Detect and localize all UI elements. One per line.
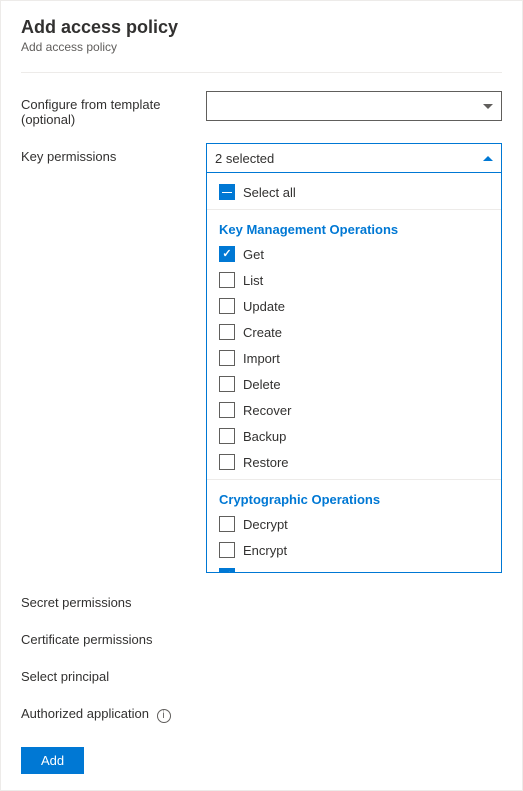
check-icon: ✓	[222, 249, 231, 260]
recover-label: Recover	[243, 403, 291, 418]
template-field	[206, 91, 502, 121]
template-dropdown[interactable]	[206, 91, 502, 121]
list-item[interactable]: Backup	[207, 423, 501, 449]
key-permissions-value: 2 selected	[215, 151, 274, 166]
unwrap-key-label: Unwrap Key	[243, 569, 314, 574]
recover-checkbox[interactable]	[219, 402, 235, 418]
import-checkbox[interactable]	[219, 350, 235, 366]
separator	[207, 209, 501, 210]
key-permissions-dropdown-list: — Select all Key Management Operations ✓…	[206, 173, 502, 573]
select-all-item[interactable]: — Select all	[207, 179, 501, 205]
list-item[interactable]: Restore	[207, 449, 501, 475]
authorized-app-label: Authorized application i	[21, 700, 206, 723]
restore-checkbox[interactable]	[219, 454, 235, 470]
panel-subtitle: Add access policy	[21, 40, 502, 54]
panel-title: Add access policy	[21, 17, 502, 38]
list-checkbox[interactable]	[219, 272, 235, 288]
header-divider	[21, 72, 502, 73]
key-permissions-row: Key permissions 2 selected — Select all …	[21, 143, 502, 573]
create-checkbox[interactable]	[219, 324, 235, 340]
backup-label: Backup	[243, 429, 286, 444]
update-label: Update	[243, 299, 285, 314]
decrypt-checkbox[interactable]	[219, 516, 235, 532]
backup-checkbox[interactable]	[219, 428, 235, 444]
get-checkbox[interactable]: ✓	[219, 246, 235, 262]
template-row: Configure from template (optional)	[21, 91, 502, 127]
unwrap-key-checkbox[interactable]: ✓	[219, 568, 235, 573]
certificate-permissions-label: Certificate permissions	[21, 626, 206, 647]
add-button[interactable]: Add	[21, 747, 84, 774]
create-label: Create	[243, 325, 282, 340]
partial-check-icon: —	[222, 187, 232, 198]
template-label: Configure from template (optional)	[21, 91, 206, 127]
get-label: Get	[243, 247, 264, 262]
secret-permissions-row: Secret permissions	[21, 589, 502, 610]
secret-permissions-label: Secret permissions	[21, 589, 206, 610]
list-item[interactable]: Delete	[207, 371, 501, 397]
cryptographic-section-label: Cryptographic Operations	[207, 484, 501, 511]
list-item[interactable]: Recover	[207, 397, 501, 423]
key-permissions-field: 2 selected — Select all Key Management O…	[206, 143, 502, 573]
key-permissions-dropdown-header[interactable]: 2 selected	[206, 143, 502, 173]
authorized-app-row: Authorized application i	[21, 700, 502, 723]
select-all-checkbox[interactable]: —	[219, 184, 235, 200]
key-permissions-chevron-up-icon	[483, 156, 493, 161]
list-item[interactable]: Decrypt	[207, 511, 501, 537]
restore-label: Restore	[243, 455, 289, 470]
separator2	[207, 479, 501, 480]
list-item[interactable]: ✓ Get	[207, 241, 501, 267]
key-management-section-label: Key Management Operations	[207, 214, 501, 241]
list-item[interactable]: Create	[207, 319, 501, 345]
encrypt-checkbox[interactable]	[219, 542, 235, 558]
encrypt-label: Encrypt	[243, 543, 287, 558]
info-icon[interactable]: i	[157, 709, 171, 723]
delete-label: Delete	[243, 377, 281, 392]
update-checkbox[interactable]	[219, 298, 235, 314]
key-permissions-label: Key permissions	[21, 143, 206, 164]
certificate-permissions-row: Certificate permissions	[21, 626, 502, 647]
template-chevron-down-icon	[483, 104, 493, 109]
select-all-label: Select all	[243, 185, 296, 200]
select-principal-row: Select principal	[21, 663, 502, 684]
import-label: Import	[243, 351, 280, 366]
list-item[interactable]: Update	[207, 293, 501, 319]
list-item[interactable]: ✓ Unwrap Key	[207, 563, 501, 573]
list-label: List	[243, 273, 263, 288]
select-principal-label: Select principal	[21, 663, 206, 684]
add-access-policy-panel: Add access policy Add access policy Conf…	[0, 0, 523, 791]
list-item[interactable]: Encrypt	[207, 537, 501, 563]
decrypt-label: Decrypt	[243, 517, 288, 532]
list-item[interactable]: Import	[207, 345, 501, 371]
list-item[interactable]: List	[207, 267, 501, 293]
delete-checkbox[interactable]	[219, 376, 235, 392]
